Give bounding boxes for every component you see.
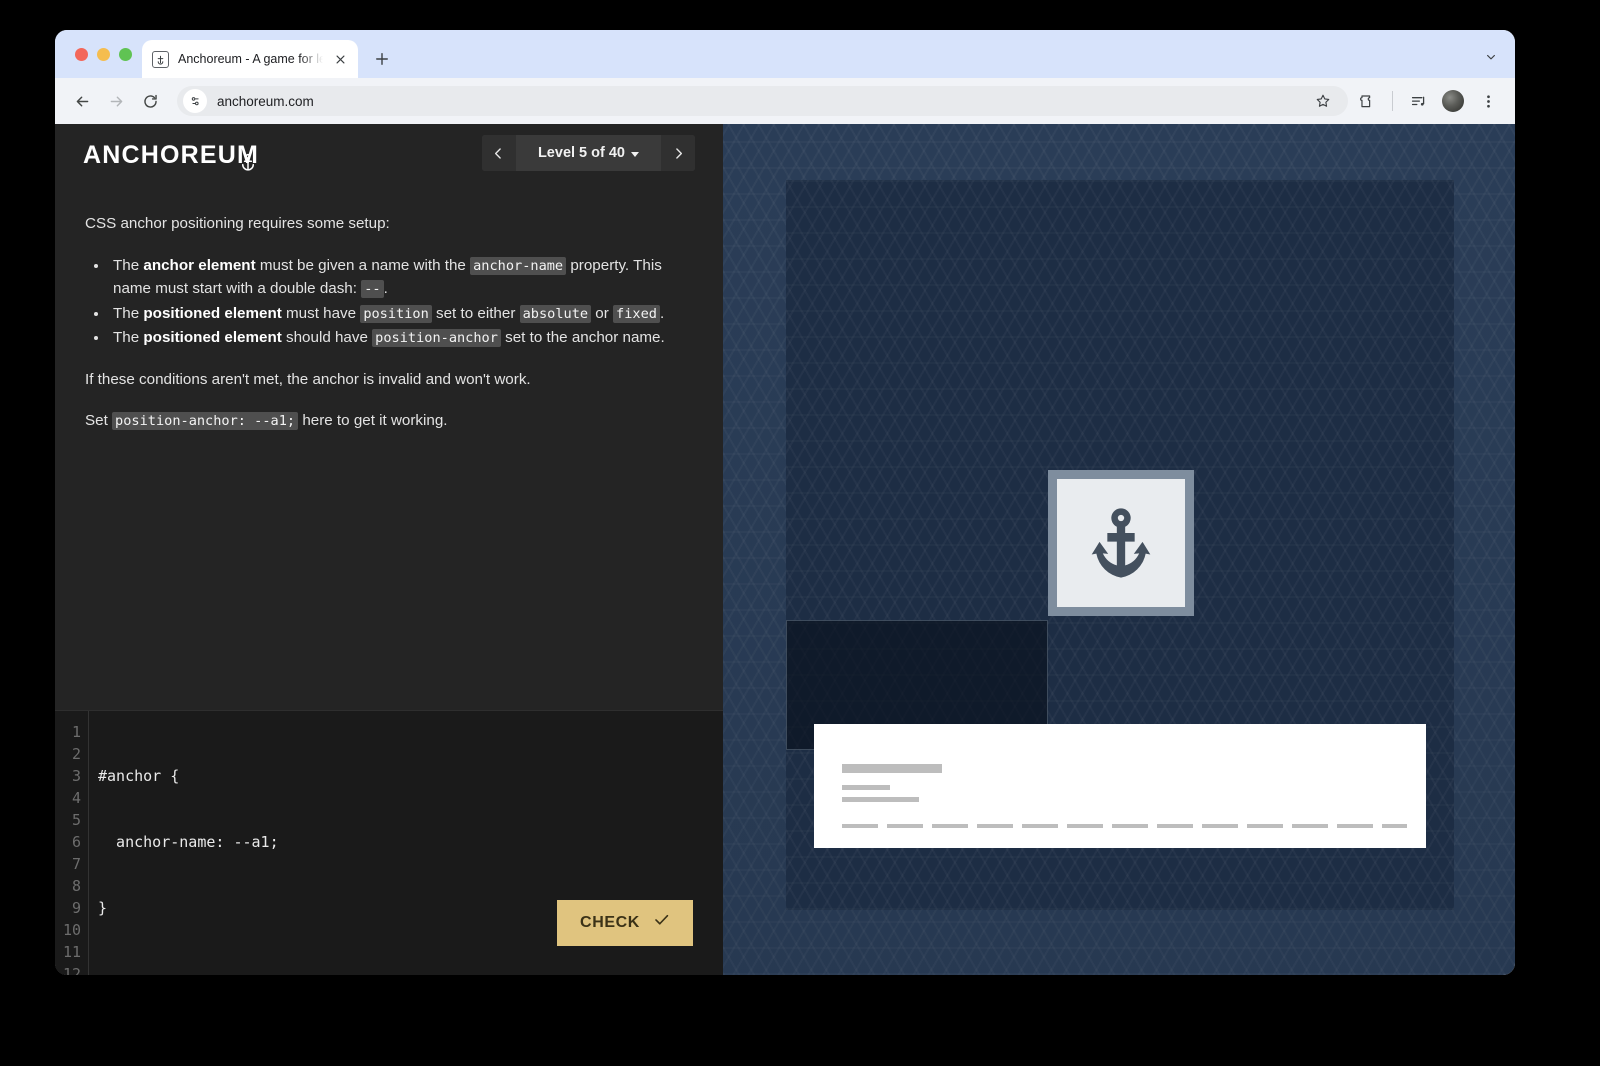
window-traffic-lights — [69, 30, 142, 78]
check-button-label: CHECK — [580, 914, 640, 931]
anchor-favicon-icon — [152, 50, 169, 68]
app-header: ANCHOREUM Level 5 of 40 — [55, 124, 723, 186]
bullet-bold: positioned element — [143, 304, 282, 322]
inline-code: -- — [361, 280, 384, 299]
omnibox-actions — [1308, 86, 1342, 116]
inline-code: anchor-name — [470, 256, 567, 275]
logo-anchor-icon — [242, 153, 255, 171]
prev-level-button[interactable] — [481, 135, 516, 171]
url-text: anchoreum.com — [217, 93, 314, 109]
app-logo-text: ANCHOREUM — [83, 140, 260, 169]
list-item: The positioned element should have posit… — [109, 326, 693, 350]
tab-close-icon[interactable] — [332, 51, 348, 67]
back-button[interactable] — [67, 86, 97, 116]
instructions-task: Set position-anchor: --a1; here to get i… — [85, 409, 693, 433]
level-navigator: Level 5 of 40 — [481, 135, 695, 171]
minimize-window-button[interactable] — [97, 47, 110, 61]
bullet-text: The — [113, 304, 144, 322]
instructions-panel: CSS anchor positioning requires some set… — [55, 186, 723, 710]
line-number: 9 — [71, 899, 81, 917]
bullet-text: should have — [281, 329, 373, 347]
forward-button[interactable] — [101, 86, 131, 116]
browser-toolbar: anchoreum.com — [55, 78, 1515, 124]
three-dot-menu-icon[interactable] — [1473, 86, 1503, 116]
toolbar-divider — [1392, 91, 1393, 111]
code-line[interactable]: anchor-name: --a1; — [89, 831, 723, 853]
browser-window: Anchoreum - A game for learn — [55, 30, 1515, 975]
skeleton-dashed-row — [842, 824, 1407, 828]
anchor-icon — [1091, 508, 1151, 578]
checkmark-icon — [653, 911, 670, 935]
task-inline-code: position-anchor: --a1; — [112, 412, 299, 431]
line-number: 5 — [71, 811, 81, 829]
line-number: 1 — [71, 723, 81, 741]
address-bar[interactable]: anchoreum.com — [177, 86, 1348, 116]
inline-code: absolute — [519, 304, 592, 323]
left-panel: ANCHOREUM Level 5 of 40 CSS anchor posit… — [55, 124, 723, 975]
bullet-text: or — [591, 304, 614, 322]
code-editor[interactable]: 1 2 3 4 5 6 7 8 9 10 11 12 #anchor { anc… — [55, 710, 723, 975]
app-page: ANCHOREUM Level 5 of 40 CSS anchor posit… — [55, 124, 1515, 975]
instructions-list: The anchor element must be given a name … — [109, 254, 693, 350]
line-number: 11 — [62, 943, 81, 961]
skeleton-bar — [842, 797, 919, 802]
media-control-icon[interactable] — [1403, 86, 1433, 116]
game-stage — [786, 180, 1454, 910]
bullet-bold: anchor element — [143, 256, 256, 274]
list-item: The positioned element must have positio… — [109, 302, 693, 326]
inline-code: position-anchor — [372, 329, 501, 348]
line-number: 4 — [71, 789, 81, 807]
instructions-note: If these conditions aren't met, the anch… — [85, 370, 531, 388]
bullet-text: The — [113, 329, 144, 347]
profile-avatar[interactable] — [1442, 90, 1464, 112]
code-line[interactable]: #anchor { — [89, 765, 723, 787]
bullet-text: set to either — [431, 304, 520, 322]
browser-tab[interactable]: Anchoreum - A game for learn — [142, 40, 358, 78]
task-suffix: here to get it working. — [298, 412, 448, 430]
line-number: 2 — [71, 745, 81, 763]
task-prefix: Set — [85, 412, 113, 430]
game-preview-panel — [723, 124, 1515, 975]
bookmark-star-icon[interactable] — [1308, 86, 1338, 116]
anchor-box[interactable] — [1048, 470, 1194, 616]
line-number: 6 — [71, 833, 81, 851]
instructions-intro: CSS anchor positioning requires some set… — [85, 215, 390, 232]
inline-code: fixed — [613, 304, 660, 323]
bullet-text: set to the anchor name. — [500, 329, 665, 347]
extensions-puzzle-icon[interactable] — [1352, 86, 1382, 116]
line-number-gutter: 1 2 3 4 5 6 7 8 9 10 11 12 — [55, 711, 89, 975]
tab-list-chevron-down-icon[interactable] — [1477, 43, 1505, 71]
level-label: Level 5 of 40 — [537, 145, 625, 161]
caret-down-icon — [631, 151, 639, 157]
site-settings-icon[interactable] — [183, 89, 207, 113]
check-button[interactable]: CHECK — [557, 900, 693, 946]
skeleton-bar — [842, 764, 942, 773]
code-line[interactable] — [89, 963, 723, 975]
line-number: 7 — [71, 855, 81, 873]
next-level-button[interactable] — [661, 135, 695, 171]
line-number: 3 — [71, 767, 81, 785]
new-tab-button[interactable] — [368, 45, 396, 73]
line-number: 10 — [62, 921, 81, 939]
bullet-text: must be given a name with the — [255, 256, 471, 274]
maximize-window-button[interactable] — [119, 47, 132, 61]
reload-button[interactable] — [135, 86, 165, 116]
bullet-bold: positioned element — [143, 329, 282, 347]
line-number: 12 — [62, 965, 81, 975]
label-box[interactable] — [814, 724, 1426, 848]
tab-strip: Anchoreum - A game for learn — [55, 30, 1515, 78]
bullet-text: . — [659, 304, 665, 322]
line-number: 8 — [71, 877, 81, 895]
bullet-text: must have — [281, 304, 361, 322]
bullet-text: . — [383, 280, 388, 298]
close-window-button[interactable] — [75, 47, 88, 61]
bullet-text: The — [113, 256, 144, 274]
tab-title: Anchoreum - A game for learn — [178, 52, 323, 66]
app-logo: ANCHOREUM — [83, 140, 260, 171]
level-selector[interactable]: Level 5 of 40 — [515, 135, 661, 171]
list-item: The anchor element must be given a name … — [109, 254, 693, 301]
inline-code: position — [360, 304, 432, 323]
skeleton-bar — [842, 785, 890, 790]
